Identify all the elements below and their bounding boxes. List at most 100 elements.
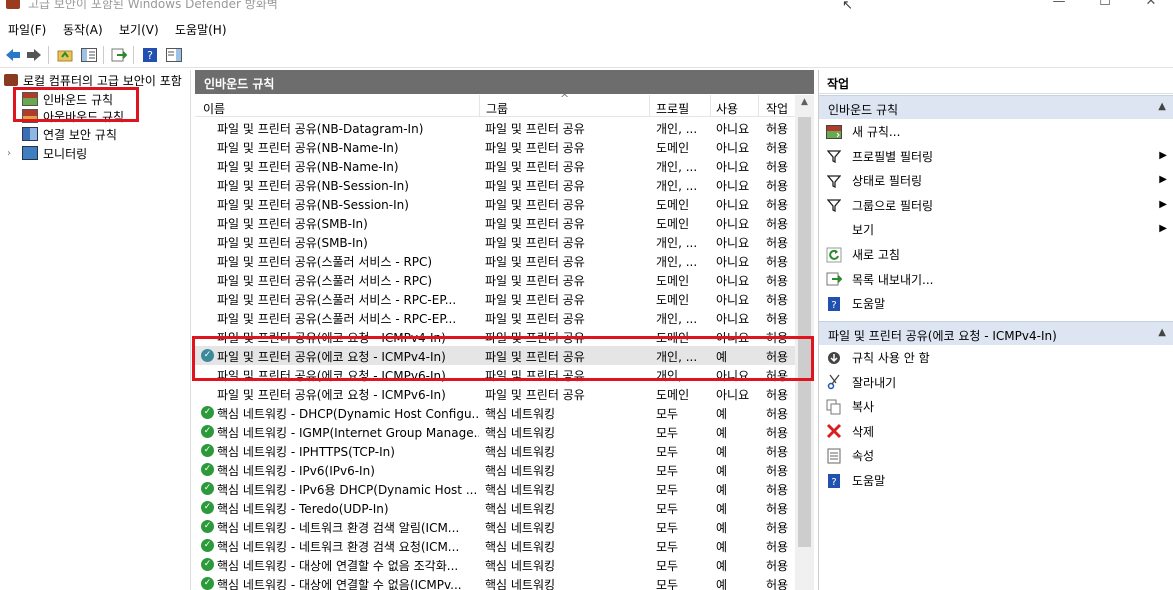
scrollbar-thumb[interactable] [798,117,811,547]
action-item[interactable]: 상태로 필터링 ▶ [819,169,1173,192]
back-icon[interactable] [3,45,23,65]
tree-root-label: 로컬 컴퓨터의 고급 보안이 포함 [23,73,182,88]
action-item[interactable]: 삭제 [819,420,1173,443]
action-item[interactable]: 규칙 사용 안 함 [819,346,1173,369]
chevron-right-icon[interactable]: › [7,148,22,159]
rule-enabled: 아니요 [716,179,750,193]
enabled-check-icon: ✓ [201,577,214,590]
table-row[interactable]: 파일 및 프린터 공유(에코 요청 - ICMPv6-In) 파일 및 프린터 공… [195,384,795,403]
rule-group: 파일 및 프린터 공유 [485,331,585,345]
table-row[interactable]: 파일 및 프린터 공유(NB-Datagram-In) 파일 및 프린터 공유 개인… [195,118,795,137]
rule-name: 핵심 네트워킹 - IGMP(Internet Group Manage... [217,426,479,440]
table-row[interactable]: 파일 및 프린터 공유(스풀러 서비스 - RPC) 파일 및 프린터 공유 개인,… [195,251,795,270]
action-item[interactable]: 보기 ▶ [819,218,1173,241]
minimize-button[interactable]: — [1036,0,1082,12]
show-hide-action-pane-icon[interactable] [164,45,184,65]
table-row[interactable]: 파일 및 프린터 공유(NB-Name-In) 파일 및 프린터 공유 개인, ..… [195,156,795,175]
table-row[interactable]: 파일 및 프린터 공유(SMB-In) 파일 및 프린터 공유 도메인 아니요 허용 [195,213,795,232]
help-icon[interactable]: ? [140,45,160,65]
rule-enabled: 아니요 [716,217,750,231]
rule-group: 핵심 네트워킹 [485,502,556,516]
action-item[interactable]: 프로필별 필터링 ▶ [819,145,1173,168]
action-item[interactable]: 목록 내보내기... [819,268,1173,291]
rule-action: 허용 [766,122,789,136]
rule-action: 허용 [766,369,789,383]
table-row[interactable]: 파일 및 프린터 공유(에코 요청 - ICMPv6-In) 파일 및 프린터 공… [195,365,795,384]
action-item[interactable]: 복사 [819,395,1173,418]
table-row[interactable]: 파일 및 프린터 공유(스풀러 서비스 - RPC) 파일 및 프린터 공유 도메인… [195,270,795,289]
table-row[interactable]: ✓ 핵심 네트워킹 - DHCP(Dynamic Host Configu... 핵… [195,403,795,422]
table-row[interactable]: ✓ 핵심 네트워킹 - IPHTTPS(TCP-In) 핵심 네트워킹 모두 예 허용 [195,441,795,460]
table-row[interactable]: ✓ 핵심 네트워킹 - IPv6(IPv6-In) 핵심 네트워킹 모두 예 허용 [195,460,795,479]
table-row[interactable]: 파일 및 프린터 공유(스풀러 서비스 - RPC-EP... 파일 및 프린터 … [195,289,795,308]
table-row[interactable]: 파일 및 프린터 공유(SMB-In) 파일 및 프린터 공유 개인, ... 아니요… [195,232,795,251]
rule-name: 핵심 네트워킹 - 대상에 연결할 수 없음 조각화... [217,559,459,573]
column-enabled[interactable]: 사용 [716,100,738,117]
table-row[interactable]: ✓ 파일 및 프린터 공유(에코 요청 - ICMPv4-In) 파일 및 프린터 … [195,346,795,365]
tree-item-inbound-rules[interactable]: 인바운드 규칙 [22,90,113,108]
rule-profile: 도메인 [656,217,690,231]
rule-action: 허용 [766,160,789,174]
up-folder-icon[interactable] [55,45,75,65]
table-row[interactable]: 파일 및 프린터 공유(스풀러 서비스 - RPC-EP... 파일 및 프린터 … [195,308,795,327]
table-row[interactable]: 파일 및 프린터 공유(에코 요청 - ICMPv4-In) 파일 및 프린터 공… [195,327,795,346]
vertical-scrollbar[interactable]: ▲ [795,95,814,590]
column-action[interactable]: 작업 [766,100,788,117]
collapse-icon[interactable]: ▲ [1158,327,1166,338]
rule-name: 파일 및 프린터 공유(SMB-In) [217,236,368,250]
rule-group: 파일 및 프린터 공유 [485,179,585,193]
tree-item-monitoring[interactable]: › 모니터링 [7,144,87,162]
table-row[interactable]: ✓ 핵심 네트워킹 - 네트워크 환경 검색 알림(ICM... 핵심 네트워킹 모두… [195,517,795,536]
rule-action: 허용 [766,274,789,288]
rule-action: 허용 [766,331,789,345]
table-row[interactable]: ✓ 핵심 네트워킹 - IGMP(Internet Group Manage...… [195,422,795,441]
rule-group: 핵심 네트워킹 [485,464,556,478]
table-row[interactable]: ✓ 핵심 네트워킹 - 네트워크 환경 검색 요청(ICM... 핵심 네트워킹 모두… [195,536,795,555]
action-item[interactable]: 속성 [819,444,1173,467]
rule-enabled: 예 [716,445,728,459]
rule-enabled: 아니요 [716,198,750,212]
maximize-button[interactable]: ☐ [1082,0,1128,12]
action-item[interactable]: ? 도움말 [819,469,1173,492]
collapse-icon[interactable]: ▲ [1158,101,1166,112]
submenu-arrow-icon: ▶ [1159,198,1167,210]
column-group[interactable]: 그룹 [486,100,508,117]
action-item[interactable]: 새 규칙... [819,120,1173,143]
menu-help[interactable]: 도움말(H) [175,21,227,38]
action-item[interactable]: 잘라내기 [819,371,1173,394]
enabled-check-icon: ✓ [201,406,214,419]
menu-view[interactable]: 보기(V) [119,21,159,38]
rule-profile: 모두 [656,464,679,478]
rule-group: 핵심 네트워킹 [485,426,556,440]
rule-action: 허용 [766,388,789,402]
forward-icon[interactable] [24,45,44,65]
action-item[interactable]: 그룹으로 필터링 ▶ [819,194,1173,217]
action-item[interactable]: 새로 고침 [819,243,1173,266]
rule-action: 허용 [766,559,789,573]
table-row[interactable]: ✓ 핵심 네트워킹 - 대상에 연결할 수 없음 조각화... 핵심 네트워킹 모두 예… [195,555,795,574]
rule-profile: 모두 [656,502,679,516]
section-selected-rule[interactable]: 파일 및 프린터 공유(에코 요청 - ICMPv4-In) ▲ [819,321,1173,345]
column-name[interactable]: 이름 [203,100,225,117]
show-hide-tree-icon[interactable] [79,45,99,65]
rule-group: 핵심 네트워킹 [485,407,556,421]
column-profile[interactable]: 프로필 [656,100,689,117]
table-row[interactable]: ✓ 핵심 네트워킹 - Teredo(UDP-In) 핵심 네트워킹 모두 예 허용 [195,498,795,517]
export-list-icon[interactable] [109,45,129,65]
table-row[interactable]: ✓ 핵심 네트워킹 - 대상에 연결할 수 없음(ICMPv... 핵심 네트워킹 모… [195,574,795,590]
section-inbound-rules[interactable]: 인바운드 규칙 ▲ [819,95,1173,119]
action-item[interactable]: ? 도움말 [819,292,1173,315]
rule-group: 파일 및 프린터 공유 [485,160,585,174]
table-row[interactable]: 파일 및 프린터 공유(NB-Session-In) 파일 및 프린터 공유 도메인… [195,194,795,213]
scroll-up-icon[interactable]: ▲ [795,97,814,107]
rule-action: 허용 [766,502,789,516]
table-row[interactable]: ✓ 핵심 네트워킹 - IPv6용 DHCP(Dynamic Host ... 핵심… [195,479,795,498]
tree-root[interactable]: 로컬 컴퓨터의 고급 보안이 포함 [4,71,182,89]
menu-action[interactable]: 동작(A) [63,21,103,38]
tree-item-connection-security-rules[interactable]: 연결 보안 규칙 [22,125,117,143]
table-row[interactable]: 파일 및 프린터 공유(NB-Session-In) 파일 및 프린터 공유 개인,… [195,175,795,194]
table-row[interactable]: 파일 및 프린터 공유(NB-Name-In) 파일 및 프린터 공유 도메인 아니요… [195,137,795,156]
menu-file[interactable]: 파일(F) [8,21,46,38]
close-button[interactable]: ✕ [1128,0,1173,12]
tree-item-outbound-rules[interactable]: 아웃바운드 규칙 [22,107,124,125]
